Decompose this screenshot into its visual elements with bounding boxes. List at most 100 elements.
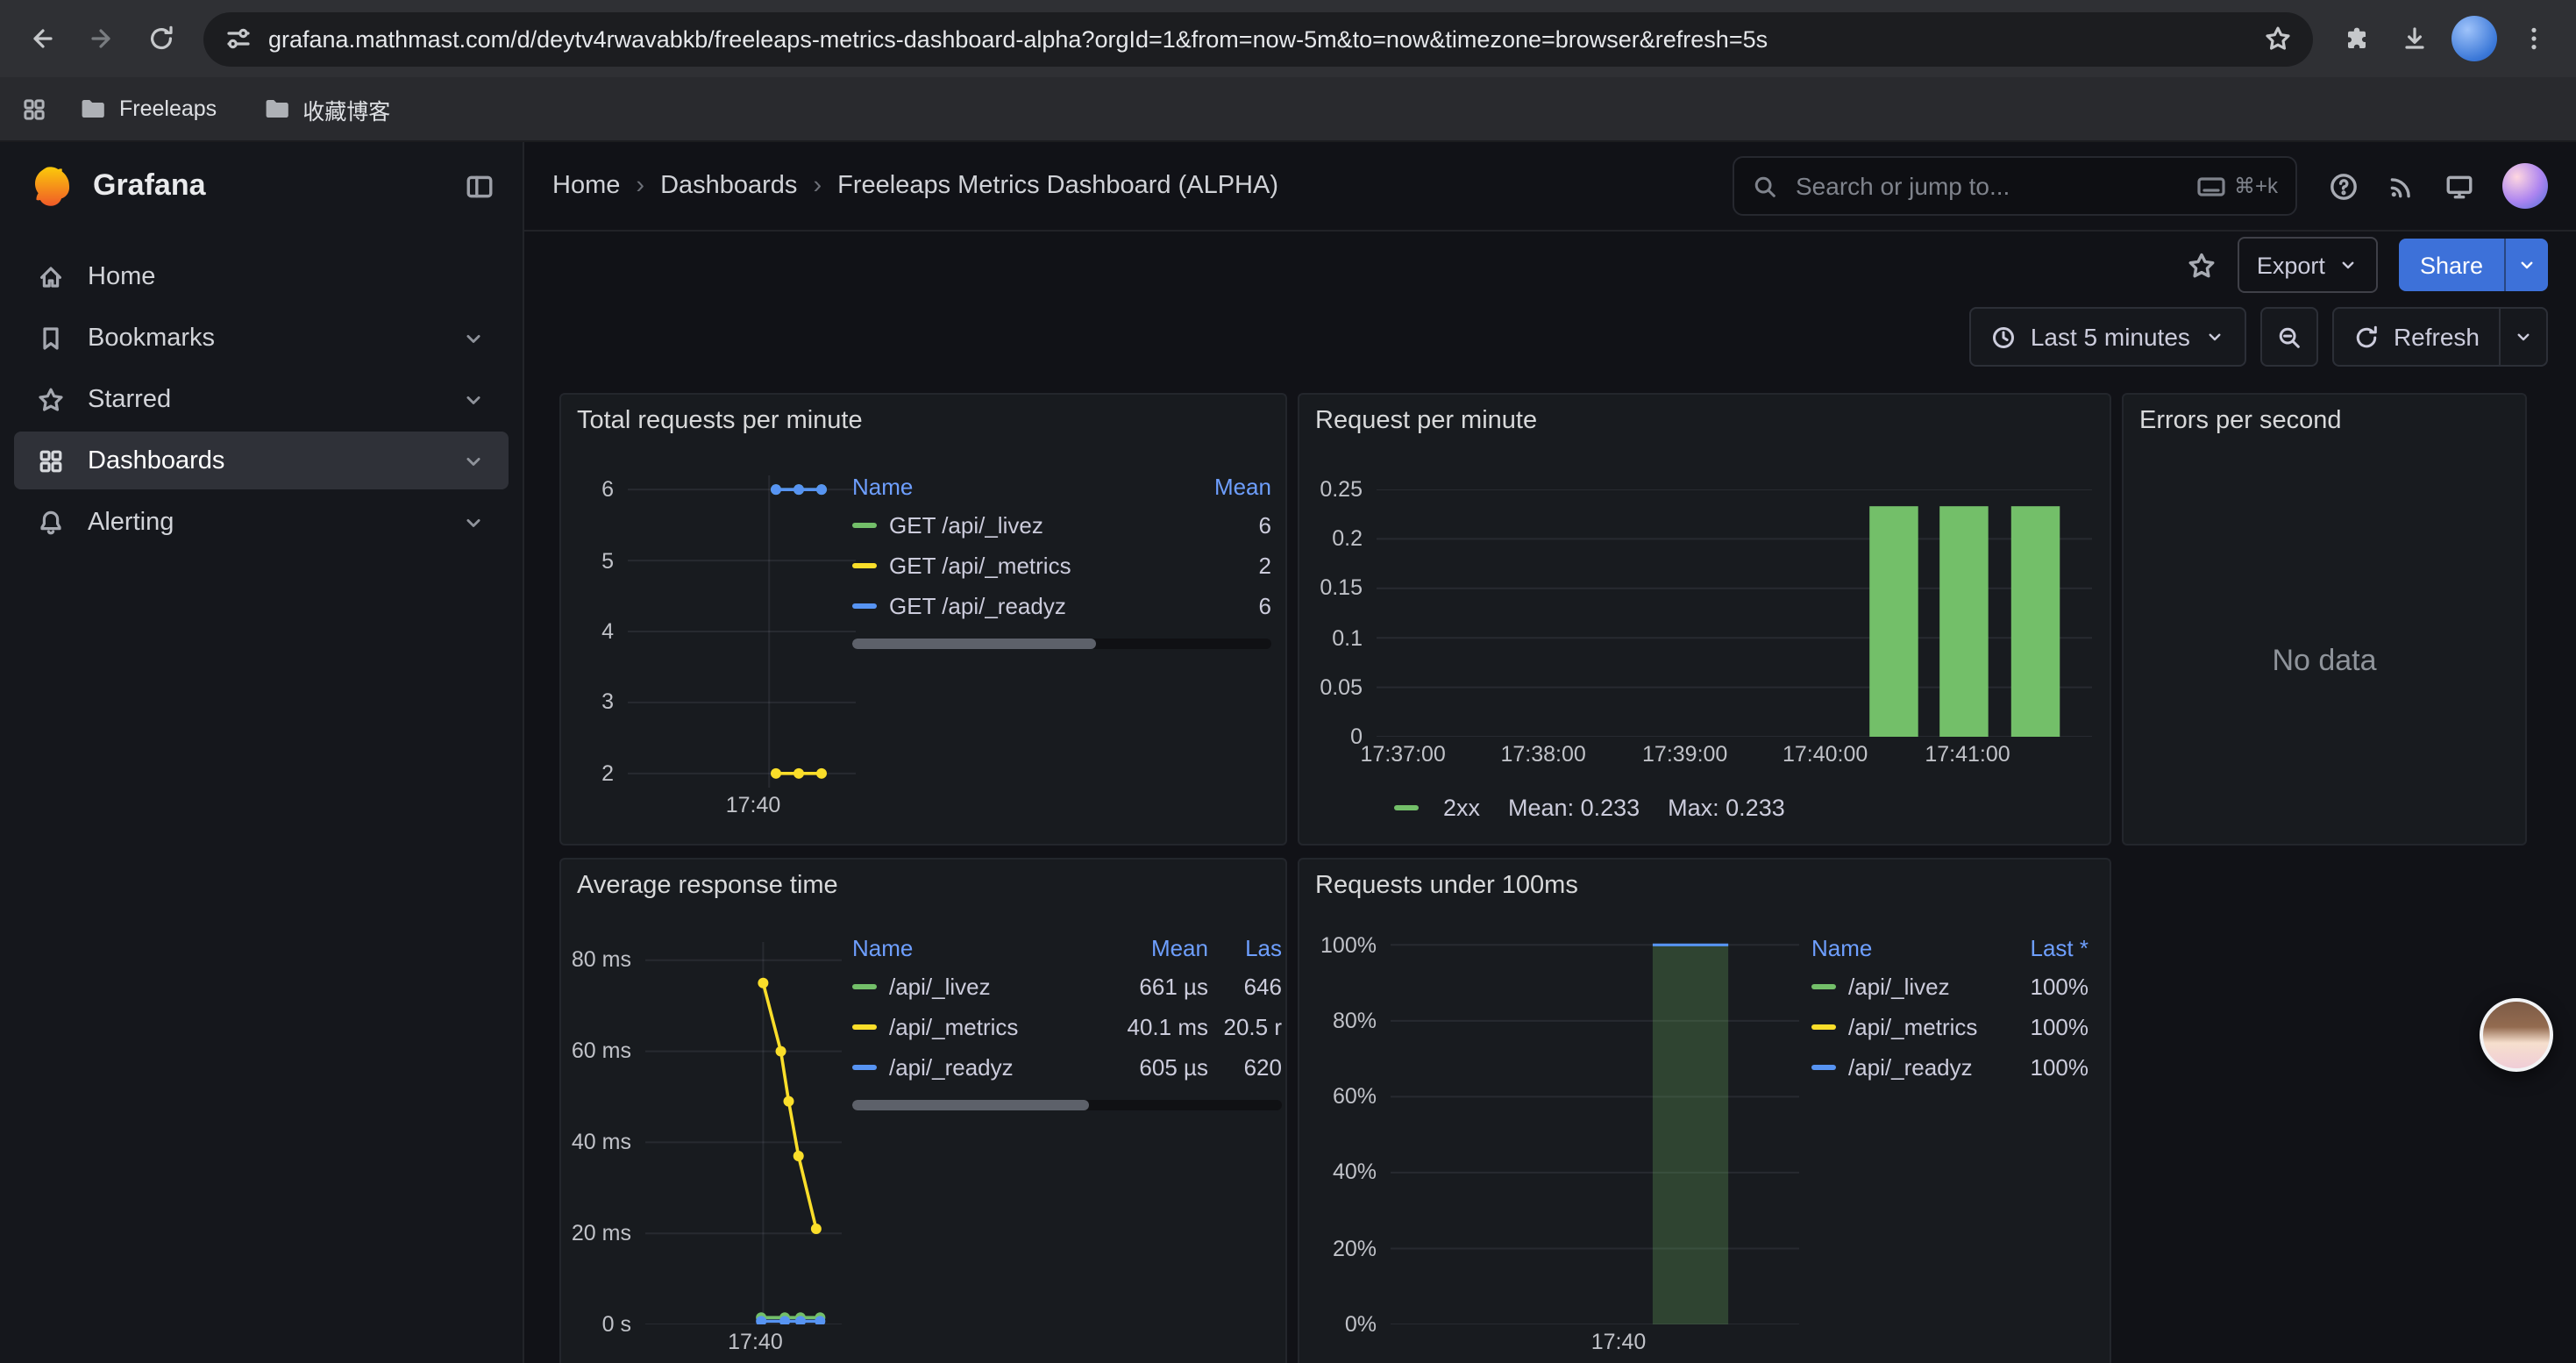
- browser-window: grafana.mathmast.com/d/deytv4rwavabkb/fr…: [0, 0, 2576, 1363]
- x-tick-label: 17:40: [728, 1330, 783, 1354]
- x-tick-label: 17:37:00: [1361, 742, 1446, 767]
- extensions-icon[interactable]: [2327, 11, 2383, 67]
- no-data-message: No data: [2124, 644, 2525, 679]
- panel-title[interactable]: Errors per second: [2124, 395, 2525, 440]
- plot-area[interactable]: [1391, 930, 1799, 1324]
- search-shortcut: ⌘+k: [2197, 174, 2278, 198]
- help-icon[interactable]: [2329, 171, 2359, 201]
- bookmark-star-icon[interactable]: [2264, 25, 2292, 53]
- dashboard-canvas: Total requests per minute 65432 17:40 Na…: [524, 375, 2576, 1363]
- x-axis: 17:40: [645, 1324, 842, 1356]
- favorite-star-icon[interactable]: [2187, 250, 2217, 280]
- y-tick-label: 0.1: [1332, 625, 1363, 650]
- legend-row[interactable]: /api/_livez661 µs646: [852, 967, 1282, 1007]
- display-icon[interactable]: [2444, 171, 2474, 201]
- y-tick-label: 40%: [1333, 1160, 1377, 1185]
- refresh-interval-caret[interactable]: [2499, 309, 2546, 365]
- bookmark-folder-freeleaps[interactable]: Freeleaps: [65, 88, 231, 130]
- sidebar-item-label: Bookmarks: [88, 324, 215, 352]
- legend-row[interactable]: /api/_readyz605 µs620: [852, 1047, 1282, 1088]
- legend-row[interactable]: GET /api/_livez6: [852, 505, 1271, 546]
- collapse-panel-icon[interactable]: [465, 171, 495, 201]
- bookmark-folder-blogs[interactable]: 收藏博客: [248, 85, 404, 132]
- legend-row[interactable]: /api/_metrics100%: [1811, 1007, 2089, 1047]
- sidebar-item-alerting[interactable]: Alerting: [14, 493, 509, 551]
- legend-table: NameLast * /api/_livez100%/api/_metrics10…: [1811, 930, 2089, 1088]
- legend-header[interactable]: Name: [1811, 935, 1990, 961]
- legend-row[interactable]: /api/_readyz100%: [1811, 1047, 2089, 1088]
- zoom-out-button[interactable]: [2260, 307, 2318, 367]
- forward-icon[interactable]: [74, 11, 130, 67]
- chevron-down-icon[interactable]: [461, 448, 486, 473]
- plot-area[interactable]: [1377, 489, 2092, 737]
- panel-errors-per-second: Errors per second No data: [2122, 393, 2527, 846]
- refresh-button-main[interactable]: Refresh: [2334, 309, 2499, 365]
- series-name: /api/_readyz: [889, 1054, 1014, 1081]
- apps-grid-icon[interactable]: [21, 96, 47, 122]
- share-button-main[interactable]: Share: [2399, 239, 2504, 291]
- panel-title[interactable]: Request per minute: [1299, 395, 2110, 440]
- share-dropdown-caret[interactable]: [2504, 239, 2548, 291]
- panel-title[interactable]: Average response time: [561, 860, 1285, 905]
- reload-icon[interactable]: [133, 11, 189, 67]
- series-color-chip: [852, 563, 877, 568]
- legend-header[interactable]: Name: [852, 935, 1107, 961]
- sidebar-item-label: Dashboards: [88, 446, 224, 475]
- legend-item-2xx[interactable]: 2xx: [1394, 795, 1480, 821]
- legend-header-row: NameMeanLas: [852, 930, 1282, 967]
- y-tick-label: 0.15: [1320, 576, 1363, 601]
- panel-title[interactable]: Requests under 100ms: [1299, 860, 2110, 905]
- browser-toolbar: grafana.mathmast.com/d/deytv4rwavabkb/fr…: [0, 0, 2576, 77]
- legend-scrollbar[interactable]: [852, 639, 1271, 649]
- rss-icon[interactable]: [2387, 171, 2416, 201]
- sidebar-item-home[interactable]: Home: [14, 247, 509, 305]
- legend-row[interactable]: /api/_livez100%: [1811, 967, 2089, 1007]
- bookmark-label: 收藏博客: [302, 92, 390, 125]
- legend-header[interactable]: Mean: [1107, 935, 1208, 961]
- sidebar-item-starred[interactable]: Starred: [14, 370, 509, 428]
- home-icon: [37, 262, 65, 290]
- breadcrumb-dashboards[interactable]: Dashboards: [660, 172, 797, 200]
- user-avatar[interactable]: [2502, 163, 2548, 209]
- legend-max: Max: 0.233: [1668, 795, 1785, 821]
- time-range-picker[interactable]: Last 5 minutes: [1969, 307, 2246, 367]
- breadcrumb-home[interactable]: Home: [552, 172, 620, 200]
- series-value: 20.5 r: [1208, 1014, 1282, 1040]
- legend-header[interactable]: Name: [852, 474, 1187, 500]
- series-value: 605 µs: [1107, 1054, 1208, 1081]
- site-info-icon[interactable]: [224, 25, 253, 53]
- plot-area[interactable]: [645, 942, 842, 1324]
- breadcrumb-separator: ›: [813, 172, 822, 200]
- chevron-down-icon[interactable]: [461, 510, 486, 534]
- legend-header[interactable]: Last *: [1990, 935, 2089, 961]
- assistant-avatar-button[interactable]: [2480, 998, 2553, 1072]
- kebab-menu-icon[interactable]: [2506, 11, 2562, 67]
- y-tick-label: 0.05: [1320, 675, 1363, 700]
- legend-header[interactable]: Las: [1208, 935, 1282, 961]
- url-text: grafana.mathmast.com/d/deytv4rwavabkb/fr…: [268, 25, 2248, 52]
- legend-scrollbar[interactable]: [852, 1100, 1282, 1110]
- panel-title[interactable]: Total requests per minute: [561, 395, 1285, 440]
- back-icon[interactable]: [14, 11, 70, 67]
- sidebar-item-bookmarks[interactable]: Bookmarks: [14, 309, 509, 367]
- timeseries-chart: 65432 17:40: [572, 475, 856, 823]
- chevron-down-icon[interactable]: [461, 387, 486, 411]
- legend-row[interactable]: GET /api/_readyz6: [852, 586, 1271, 626]
- series-name: /api/_metrics: [889, 1014, 1018, 1040]
- legend-row[interactable]: /api/_metrics40.1 ms20.5 r: [852, 1007, 1282, 1047]
- legend-row[interactable]: GET /api/_metrics2: [852, 546, 1271, 586]
- y-tick-label: 4: [601, 619, 614, 644]
- browser-profile-avatar[interactable]: [2451, 16, 2497, 61]
- search-input[interactable]: [1792, 170, 2183, 202]
- sidebar-item-dashboards[interactable]: Dashboards: [14, 432, 509, 489]
- plot-area[interactable]: [628, 475, 856, 788]
- legend-header[interactable]: Mean: [1187, 474, 1271, 500]
- search-box[interactable]: ⌘+k: [1733, 156, 2297, 216]
- chevron-down-icon[interactable]: [461, 325, 486, 350]
- grafana-logo[interactable]: [28, 163, 74, 209]
- y-tick-label: 5: [601, 548, 614, 573]
- url-bar[interactable]: grafana.mathmast.com/d/deytv4rwavabkb/fr…: [203, 11, 2313, 66]
- download-icon[interactable]: [2387, 11, 2443, 67]
- sidebar: Grafana Home Bookmarks Starred: [0, 142, 524, 1363]
- export-button[interactable]: Export: [2238, 237, 2378, 293]
